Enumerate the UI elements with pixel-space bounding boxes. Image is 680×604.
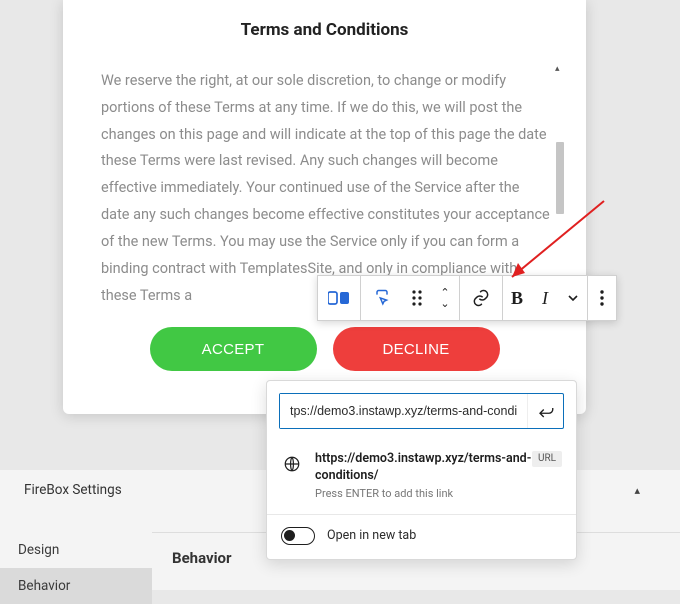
block-type-button[interactable] bbox=[318, 276, 360, 320]
link-url-input[interactable] bbox=[280, 394, 527, 428]
more-formatting-button[interactable] bbox=[559, 276, 587, 320]
modal-buttons: ACCEPT DECLINE bbox=[63, 327, 586, 371]
scroll-up-icon[interactable]: ▴ bbox=[555, 64, 560, 74]
scrollbar-thumb[interactable] bbox=[556, 142, 564, 214]
suggestion-main: https://demo3.instawp.xyz/terms-and-cond… bbox=[315, 451, 532, 500]
link-submit-button[interactable] bbox=[527, 394, 563, 428]
drag-handle-icon[interactable] bbox=[403, 276, 431, 320]
suggestion-type-badge: URL bbox=[532, 451, 562, 467]
chevron-down-icon: ⌄ bbox=[440, 298, 449, 309]
suggestion-url: https://demo3.instawp.xyz/terms-and-cond… bbox=[315, 451, 532, 485]
link-suggestion[interactable]: https://demo3.instawp.xyz/terms-and-cond… bbox=[267, 441, 576, 515]
select-parent-button[interactable] bbox=[361, 276, 403, 320]
modal-title: Terms and Conditions bbox=[63, 20, 586, 40]
link-button[interactable] bbox=[460, 276, 502, 320]
terms-modal: Terms and Conditions We reserve the righ… bbox=[63, 0, 586, 414]
bold-button[interactable]: B bbox=[503, 276, 531, 320]
modal-body-text: We reserve the right, at our sole discre… bbox=[101, 68, 550, 303]
link-popover: https://demo3.instawp.xyz/terms-and-cond… bbox=[266, 380, 577, 560]
open-new-tab-toggle[interactable] bbox=[281, 527, 315, 545]
decline-button[interactable]: DECLINE bbox=[333, 327, 500, 371]
accept-button[interactable]: ACCEPT bbox=[150, 327, 317, 371]
collapse-caret-icon[interactable]: ▴ bbox=[634, 484, 640, 497]
settings-sidebar: Design Behavior bbox=[0, 532, 152, 604]
move-updown-button[interactable]: ⌃⌄ bbox=[431, 276, 459, 320]
globe-icon bbox=[281, 453, 303, 475]
suggestion-hint: Press ENTER to add this link bbox=[315, 487, 532, 500]
italic-button[interactable]: I bbox=[531, 276, 559, 320]
sidebar-item-design[interactable]: Design bbox=[0, 532, 152, 568]
modal-body: We reserve the right, at our sole discre… bbox=[63, 68, 586, 303]
modal-scrollbar[interactable]: ▴ ▾ bbox=[556, 70, 564, 304]
open-new-tab-row: Open in new tab bbox=[267, 515, 576, 559]
more-options-button[interactable] bbox=[588, 276, 616, 320]
open-new-tab-label: Open in new tab bbox=[327, 528, 416, 543]
link-input-wrap bbox=[279, 393, 564, 429]
block-toolbar: ⌃⌄ B I bbox=[317, 275, 617, 321]
sidebar-item-behavior[interactable]: Behavior bbox=[0, 568, 152, 604]
